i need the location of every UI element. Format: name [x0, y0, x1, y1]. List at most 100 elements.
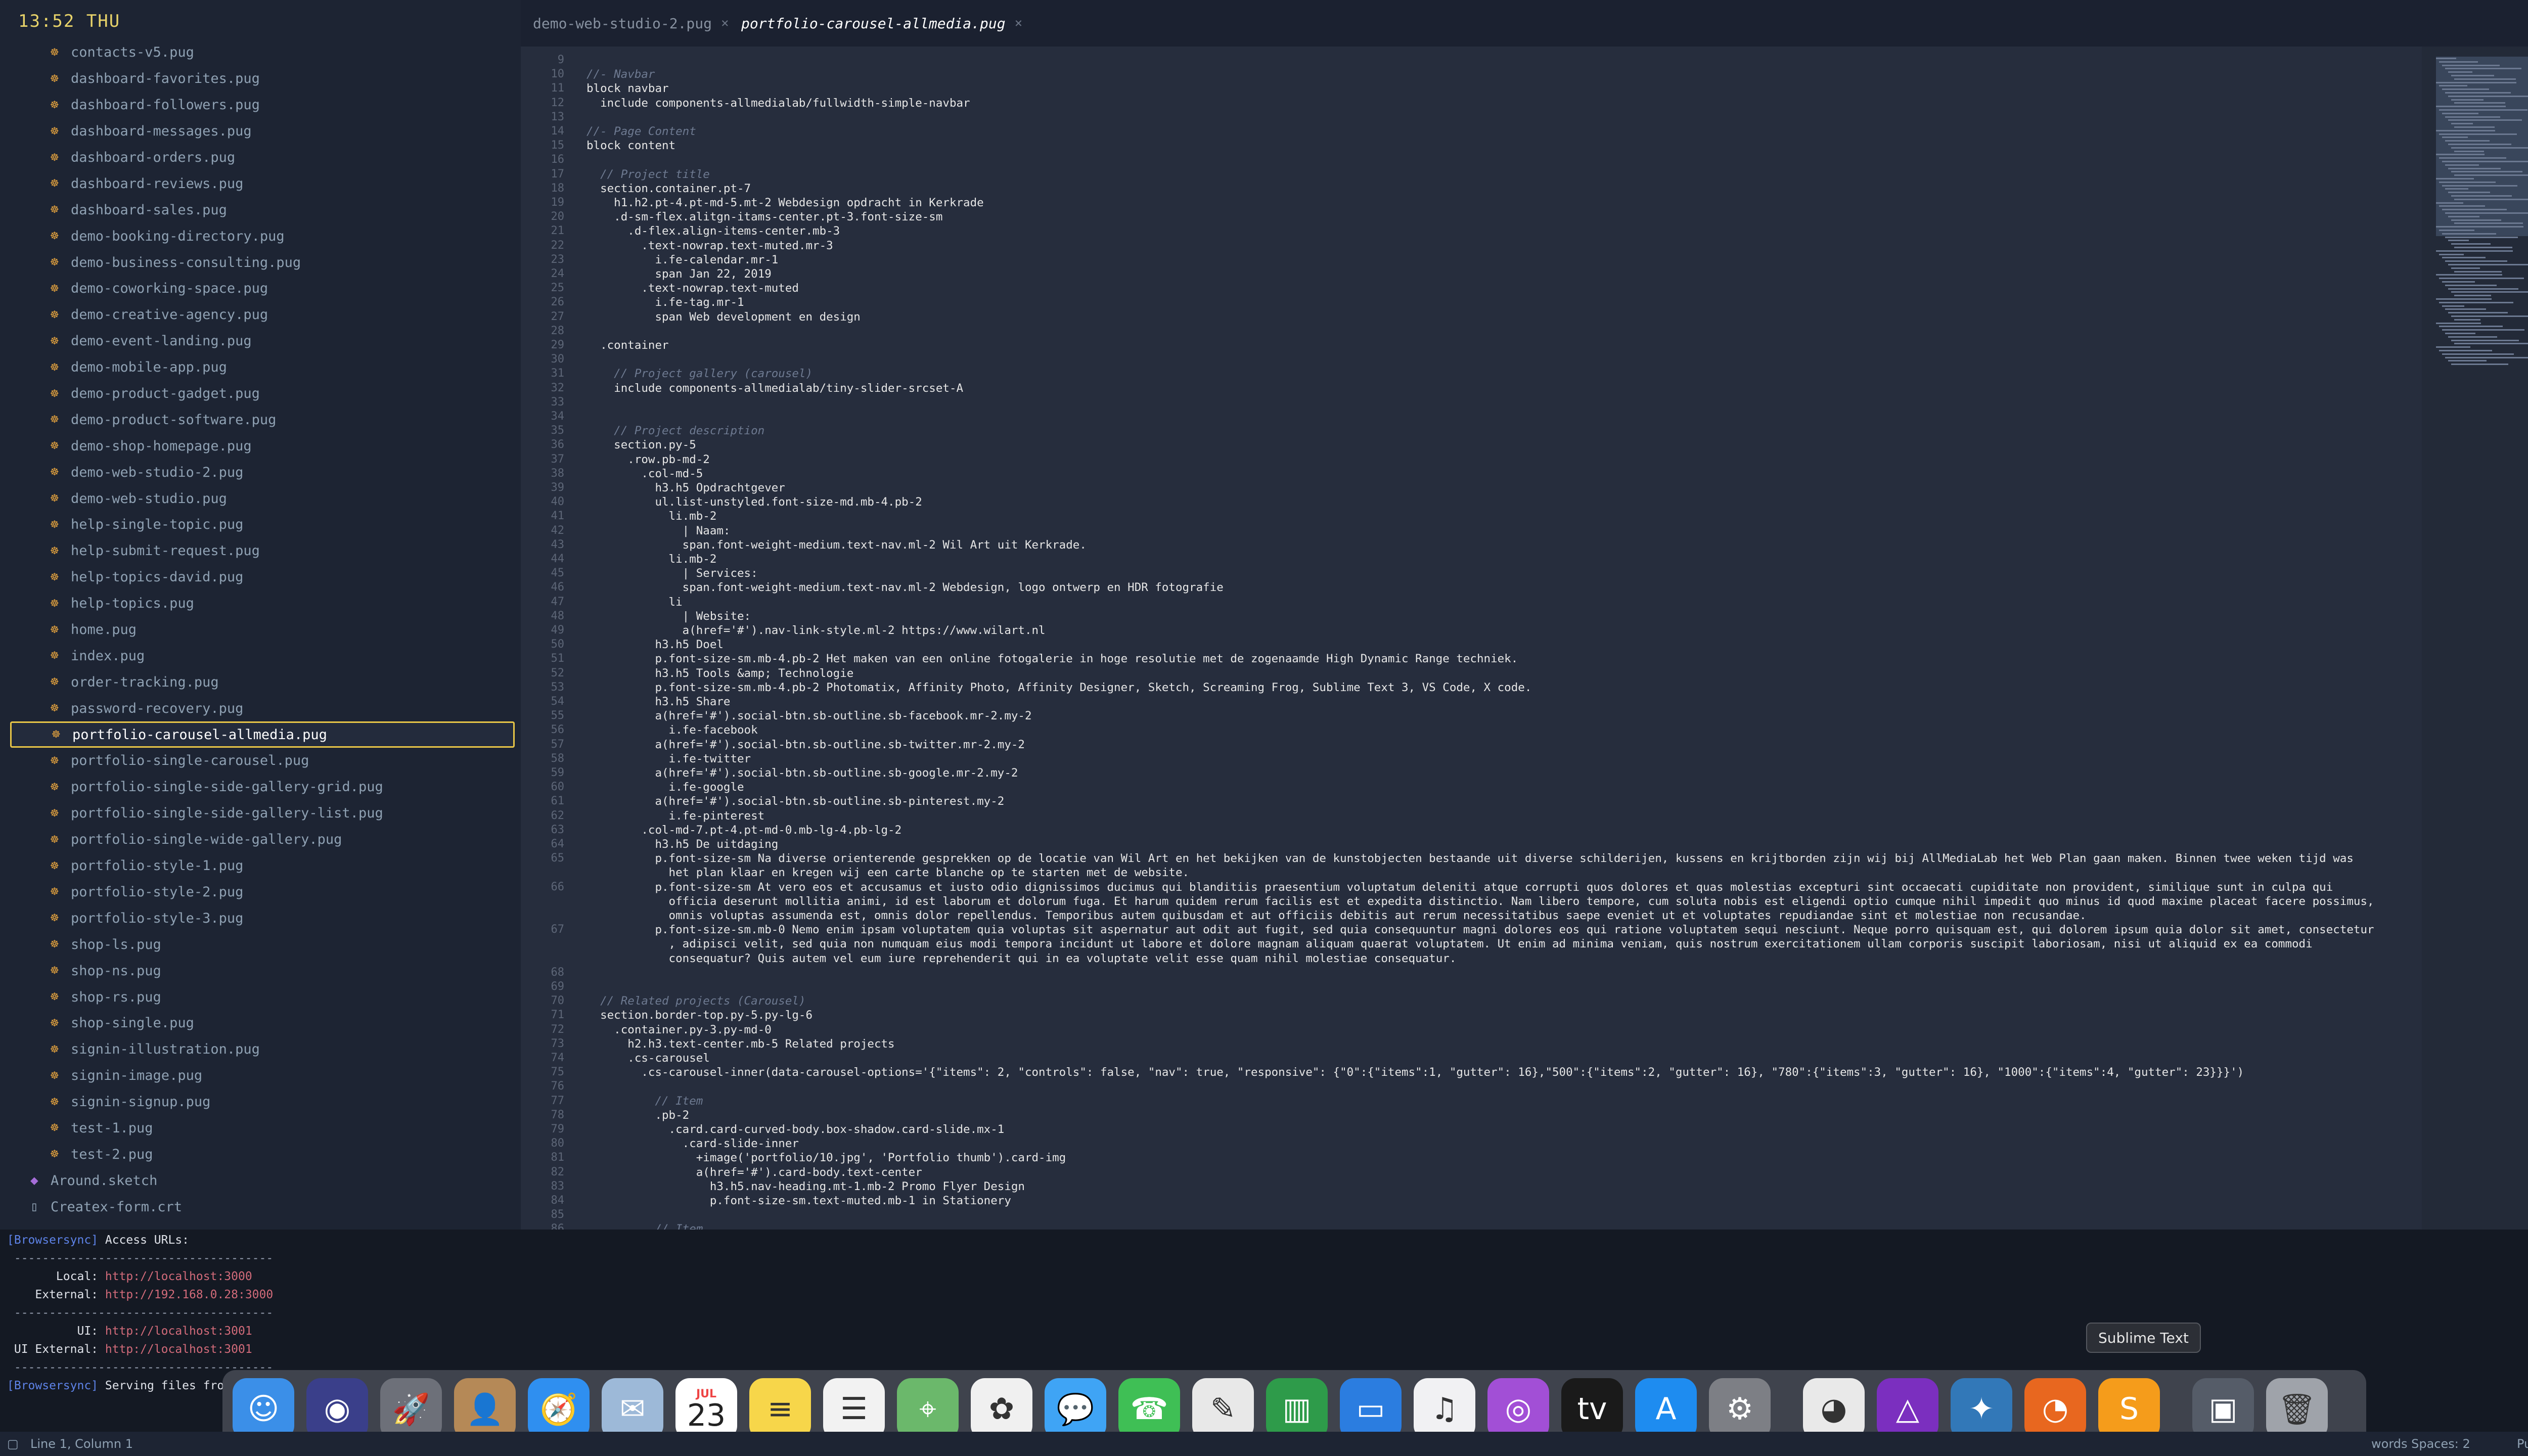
sidebar-file[interactable]: ☸ dashboard-messages.pug: [0, 118, 521, 145]
code-line[interactable]: span.font-weight-medium.text-nav.ml-2 We…: [586, 581, 1224, 594]
code-line[interactable]: .text-nowrap.text-muted: [586, 282, 799, 295]
code-line[interactable]: h3.h5 Share: [586, 695, 730, 708]
code-line[interactable]: // Project title: [586, 168, 710, 181]
code-line[interactable]: a(href='#').social-btn.sb-outline.sb-pin…: [586, 795, 1004, 808]
code-line[interactable]: h3.h5 De uitdaging: [586, 838, 778, 851]
code-line[interactable]: officia deserunt mollitia animi, id est …: [586, 895, 2374, 908]
code-line[interactable]: .d-flex.align-items-center.mb-3: [586, 224, 840, 238]
sidebar-file[interactable]: ☸ home.pug: [0, 617, 521, 643]
trash-icon[interactable]: 🗑: [2266, 1378, 2328, 1440]
code-line[interactable]: block navbar: [586, 82, 669, 95]
sidebar-file[interactable]: ☸ password-recovery.pug: [0, 695, 521, 721]
code-line[interactable]: span Jan 22, 2019: [586, 267, 771, 281]
code-line[interactable]: , adipisci velit, sed quia non numquam e…: [586, 937, 2313, 950]
sidebar-file[interactable]: ☸ signin-image.pug: [0, 1063, 521, 1089]
launchpad-icon[interactable]: 🚀: [380, 1378, 442, 1440]
code-line[interactable]: ul.list-unstyled.font-size-md.mb-4.pb-2: [586, 495, 922, 509]
sidebar-file[interactable]: ☸ dashboard-orders.pug: [0, 145, 521, 171]
sidebar-file[interactable]: ☸ help-topics.pug: [0, 590, 521, 617]
code-line[interactable]: a(href='#').nav-link-style.ml-2 https://…: [586, 624, 1046, 637]
numbers-icon[interactable]: ▥: [1266, 1378, 1328, 1440]
sidebar-file-selected[interactable]: ☸ portfolio-carousel-allmedia.pug: [10, 721, 515, 748]
sidebar-file[interactable]: ☸ index.pug: [0, 643, 521, 669]
sidebar-file[interactable]: ☸ contacts-v5.pug: [0, 39, 521, 66]
code-line[interactable]: p.font-size-sm Na diverse orienterende g…: [586, 852, 2353, 865]
code-line[interactable]: // Related projects (Carousel): [586, 994, 805, 1008]
terminal-url[interactable]: http://localhost:3001: [105, 1343, 252, 1356]
appletv-icon[interactable]: tv: [1561, 1378, 1623, 1440]
code-line[interactable]: omnis voluptas assumenda est, omnis dolo…: [586, 909, 2087, 922]
sidebar-file[interactable]: ☸ portfolio-style-3.pug: [0, 905, 521, 931]
sidebar-file[interactable]: ☸ dashboard-reviews.pug: [0, 170, 521, 197]
sidebar-file[interactable]: ☸ demo-web-studio-2.pug: [0, 459, 521, 485]
code-line[interactable]: span.font-weight-medium.text-nav.ml-2 Wi…: [586, 538, 1087, 552]
sublime-text-icon[interactable]: S: [2098, 1378, 2160, 1440]
code-line[interactable]: .cs-carousel-inner(data-carousel-options…: [586, 1066, 2244, 1079]
chrome-icon[interactable]: ◕: [1803, 1378, 1865, 1440]
sidebar-file[interactable]: ☸ portfolio-style-1.pug: [0, 853, 521, 879]
close-icon[interactable]: ×: [1015, 16, 1023, 31]
sidebar-file[interactable]: ☸ demo-web-studio.pug: [0, 485, 521, 512]
appstore-icon[interactable]: A: [1635, 1378, 1697, 1440]
code-line[interactable]: i.fe-tag.mr-1: [586, 296, 744, 309]
code-line[interactable]: include components-allmedialab/tiny-slid…: [586, 382, 963, 395]
downloads-stack-icon[interactable]: ▣: [2192, 1378, 2254, 1440]
tab-active[interactable]: portfolio-carousel-allmedia.pug ×: [741, 0, 1022, 47]
code-line[interactable]: section.py-5: [586, 438, 696, 451]
photos-icon[interactable]: ✿: [971, 1378, 1032, 1440]
code-line[interactable]: // Project gallery (carousel): [586, 367, 812, 380]
code-line[interactable]: i.fe-twitter: [586, 752, 751, 765]
code-line[interactable]: i.fe-facebook: [586, 723, 758, 737]
keynote-icon[interactable]: ▭: [1340, 1378, 1402, 1440]
code-line[interactable]: .container: [586, 339, 668, 352]
sidebar-file[interactable]: ☸ signin-illustration.pug: [0, 1036, 521, 1063]
sidebar-file[interactable]: ☸ demo-shop-homepage.pug: [0, 433, 521, 459]
code-line[interactable]: include components-allmedialab/fullwidth…: [586, 97, 970, 110]
code-line[interactable]: li: [586, 596, 683, 609]
textedit-icon[interactable]: ✎: [1192, 1378, 1254, 1440]
sidebar-file[interactable]: ☸ demo-mobile-app.pug: [0, 354, 521, 381]
indentation-status[interactable]: words Spaces: 2: [2371, 1437, 2470, 1451]
music-icon[interactable]: ♫: [1414, 1378, 1475, 1440]
tab-inactive[interactable]: demo-web-studio-2.pug ×: [533, 0, 729, 47]
sidebar-file[interactable]: ☸ demo-event-landing.pug: [0, 328, 521, 354]
code-line[interactable]: section.container.pt-7: [586, 182, 751, 195]
code-line[interactable]: p.font-size-sm.mb-4.pb-2 Photomatix, Aff…: [586, 681, 1531, 694]
safari-icon[interactable]: 🧭: [528, 1378, 590, 1440]
code-line[interactable]: .col-md-5: [586, 467, 703, 480]
code-line[interactable]: //- Navbar: [586, 68, 655, 81]
code-line[interactable]: span Web development en design: [586, 310, 860, 324]
sidebar-file[interactable]: ☸ demo-business-consulting.pug: [0, 249, 521, 276]
code-line[interactable]: // Project description: [586, 424, 764, 437]
code-line[interactable]: .container.py-3.py-md-0: [586, 1023, 772, 1036]
code-editor[interactable]: 9 10 11 12 13 14 15 16 17 18 19 20 21 22 23 24 25 26 27 28 2…: [521, 47, 2422, 1230]
terminal-url[interactable]: http://192.168.0.28:3000: [105, 1288, 273, 1301]
sidebar-file[interactable]: ☸ shop-rs.pug: [0, 984, 521, 1010]
code-line[interactable]: consequatur? Quis autem vel eum iure rep…: [586, 952, 1457, 965]
sidebar-file[interactable]: ☸ demo-creative-agency.pug: [0, 302, 521, 328]
terminal-url[interactable]: http://localhost:3000: [105, 1270, 252, 1283]
mindnode-icon[interactable]: ✦: [1951, 1378, 2012, 1440]
code-line[interactable]: .pb-2: [586, 1109, 689, 1122]
code-line[interactable]: p.font-size-sm At vero eos et accusamus …: [586, 881, 2333, 894]
code-line[interactable]: li.mb-2: [586, 510, 717, 523]
code-line[interactable]: a(href='#').social-btn.sb-outline.sb-fac…: [586, 709, 1031, 722]
code-line[interactable]: a(href='#').card-body.text-center: [586, 1166, 922, 1179]
sidebar-file[interactable]: ☸ portfolio-single-wide-gallery.pug: [0, 827, 521, 853]
sidebar-file[interactable]: ☸ signin-signup.pug: [0, 1089, 521, 1115]
code-line[interactable]: p.font-size-sm.text-muted.mb-1 in Statio…: [586, 1194, 1011, 1207]
code-line[interactable]: .cs-carousel: [586, 1052, 710, 1065]
code-line[interactable]: p.font-size-sm.mb-4.pb-2 Het maken van e…: [586, 652, 1518, 665]
code-line[interactable]: het plan klaar en kregen wij een carte b…: [586, 866, 1190, 879]
reminders-icon[interactable]: ☰: [823, 1378, 885, 1440]
code-line[interactable]: +image('portfolio/10.jpg', 'Portfolio th…: [586, 1151, 1066, 1164]
sidebar-file[interactable]: ☸ help-submit-request.pug: [0, 538, 521, 564]
mail-icon[interactable]: ✉: [602, 1378, 663, 1440]
sidebar-file[interactable]: ☸ help-single-topic.pug: [0, 512, 521, 538]
code-line[interactable]: block content: [586, 139, 675, 152]
sidebar-file[interactable]: ☸ test-2.pug: [0, 1141, 521, 1167]
code-line[interactable]: .card-slide-inner: [586, 1137, 799, 1150]
code-line[interactable]: | Website:: [586, 610, 751, 623]
facetime-icon[interactable]: ☎: [1118, 1378, 1180, 1440]
sidebar-file[interactable]: ☸ demo-product-software.pug: [0, 406, 521, 433]
